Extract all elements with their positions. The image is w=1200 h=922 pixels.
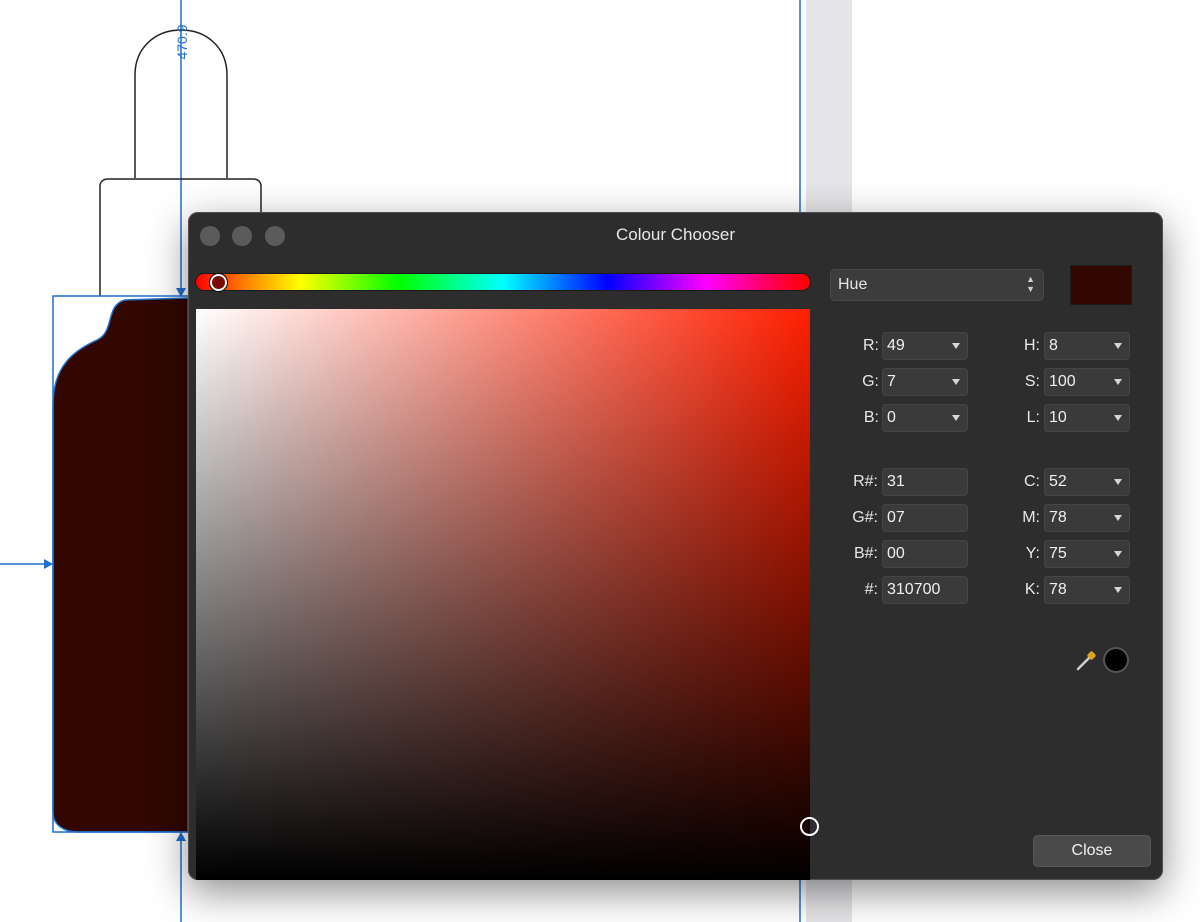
hue-slider[interactable] bbox=[196, 274, 810, 290]
chevron-down-icon[interactable] bbox=[1114, 343, 1122, 349]
eyedropper-icon[interactable] bbox=[1075, 648, 1099, 672]
g-field[interactable]: 7 bbox=[882, 368, 968, 396]
hex-field[interactable]: 310700 bbox=[882, 576, 968, 604]
b-hex-label: B#: bbox=[853, 545, 878, 562]
r-label: R: bbox=[863, 337, 879, 354]
eyedropper-colour-swatch[interactable] bbox=[1105, 649, 1127, 671]
chevron-down-icon[interactable] bbox=[952, 379, 960, 385]
current-colour-swatch bbox=[1070, 265, 1132, 305]
sv-picker-handle[interactable] bbox=[800, 817, 819, 836]
b-hex-value: 00 bbox=[887, 545, 905, 562]
dialog-title: Colour Chooser bbox=[615, 225, 736, 244]
y-label: Y: bbox=[1025, 545, 1040, 562]
chevron-down-icon[interactable] bbox=[1114, 587, 1122, 593]
r-field[interactable]: 49 bbox=[882, 332, 968, 360]
m-field[interactable]: 78 bbox=[1044, 504, 1130, 532]
l-field[interactable]: 10 bbox=[1044, 404, 1130, 432]
h-field[interactable]: 8 bbox=[1044, 332, 1130, 360]
hex-value: 310700 bbox=[887, 581, 941, 598]
b-hex-field[interactable]: 00 bbox=[882, 540, 968, 568]
k-value: 78 bbox=[1049, 581, 1067, 598]
r-hex-label: R#: bbox=[853, 473, 878, 490]
saturation-lightness-picker[interactable] bbox=[196, 309, 810, 880]
c-field[interactable]: 52 bbox=[1044, 468, 1130, 496]
chevron-down-icon[interactable] bbox=[1114, 515, 1122, 521]
h-label: H: bbox=[1024, 337, 1040, 354]
hex-label: #: bbox=[864, 581, 878, 598]
g-hex-label: G#: bbox=[852, 509, 878, 526]
h-value: 8 bbox=[1049, 337, 1058, 354]
bottle-body bbox=[52, 297, 189, 833]
m-label: M: bbox=[1022, 509, 1040, 526]
r-hex-field[interactable]: 31 bbox=[882, 468, 968, 496]
b-value: 0 bbox=[887, 409, 896, 426]
l-label: L: bbox=[1026, 409, 1040, 426]
g-label: G: bbox=[862, 373, 879, 390]
s-value: 100 bbox=[1049, 373, 1076, 390]
b-field[interactable]: 0 bbox=[882, 404, 968, 432]
g-value: 7 bbox=[887, 373, 896, 390]
chevron-down-icon[interactable] bbox=[1114, 479, 1122, 485]
s-field[interactable]: 100 bbox=[1044, 368, 1130, 396]
chevron-down-icon[interactable] bbox=[1114, 415, 1122, 421]
s-label: S: bbox=[1024, 373, 1040, 390]
chevron-down-icon[interactable] bbox=[1114, 379, 1122, 385]
hue-slider-handle[interactable] bbox=[210, 274, 227, 291]
close-button[interactable]: Close bbox=[1033, 835, 1151, 867]
colour-mode-select[interactable]: Hue ▲ ▼ bbox=[830, 269, 1044, 301]
colour-chooser-dialog: Colour Chooser Hue ▲ ▼ R: 49 G: 7 B: 0 H:… bbox=[188, 212, 1163, 880]
dimension-arrow-right bbox=[44, 559, 53, 569]
g-hex-field[interactable]: 07 bbox=[882, 504, 968, 532]
k-field[interactable]: 78 bbox=[1044, 576, 1130, 604]
c-value: 52 bbox=[1049, 473, 1067, 490]
colour-mode-value: Hue bbox=[838, 276, 868, 293]
r-hex-value: 31 bbox=[887, 473, 905, 490]
chevron-down-icon[interactable] bbox=[952, 415, 960, 421]
chevron-down-icon[interactable] bbox=[952, 343, 960, 349]
b-label: B: bbox=[863, 409, 879, 426]
g-hex-value: 07 bbox=[887, 509, 905, 526]
c-label: C: bbox=[1024, 473, 1040, 490]
l-value: 10 bbox=[1049, 409, 1067, 426]
m-value: 78 bbox=[1049, 509, 1067, 526]
k-label: K: bbox=[1024, 581, 1040, 598]
y-field[interactable]: 75 bbox=[1044, 540, 1130, 568]
title-bar[interactable]: Colour Chooser bbox=[188, 212, 1163, 258]
y-value: 75 bbox=[1049, 545, 1067, 562]
updown-arrows-icon: ▲ ▼ bbox=[1026, 274, 1035, 294]
chevron-down-icon[interactable] bbox=[1114, 551, 1122, 557]
r-value: 49 bbox=[887, 337, 905, 354]
dimension-arrow-up bbox=[176, 832, 186, 841]
dimension-label: 470.9 bbox=[174, 24, 190, 60]
